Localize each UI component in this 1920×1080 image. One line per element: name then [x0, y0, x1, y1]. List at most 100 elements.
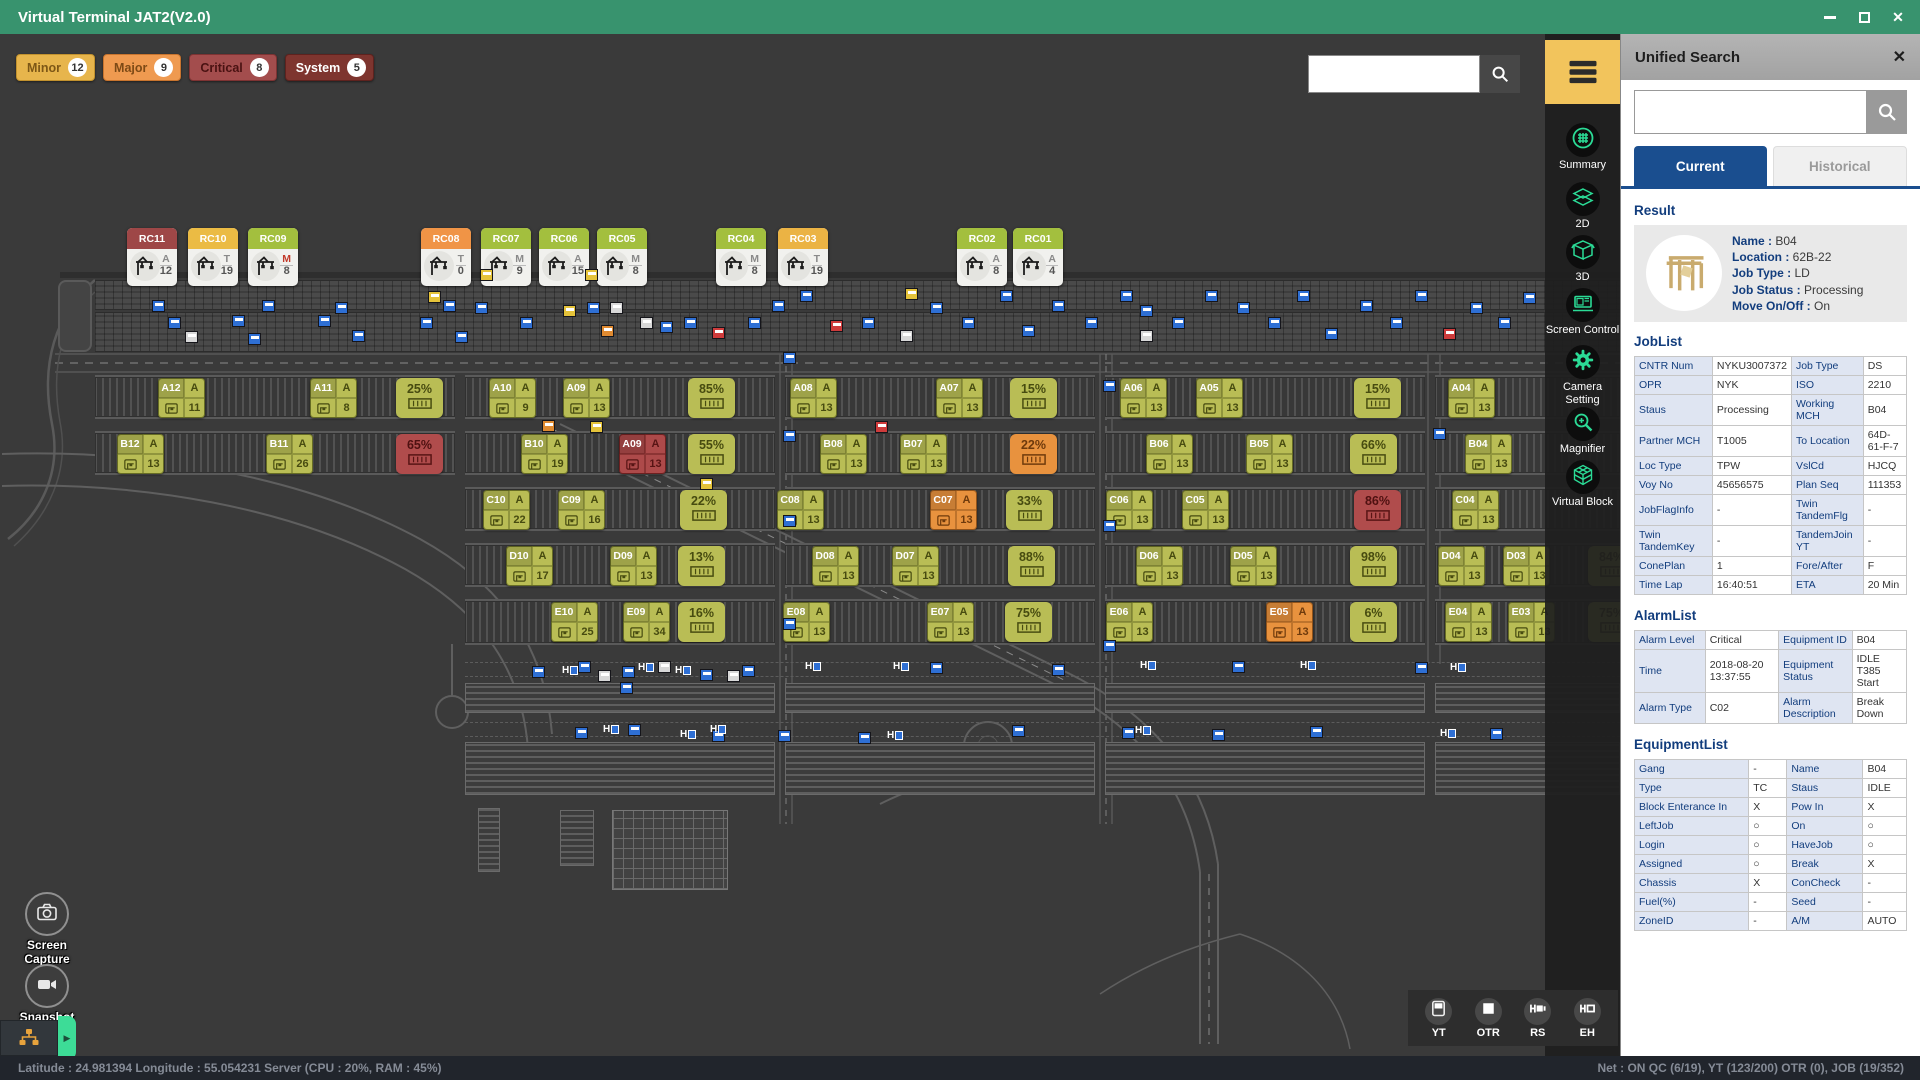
map-search-button[interactable]: [1480, 55, 1520, 93]
equipment-marker[interactable]: [185, 331, 198, 343]
equipment-marker[interactable]: [428, 291, 441, 303]
handler-marker[interactable]: H: [1300, 660, 1316, 671]
equipment-marker[interactable]: [727, 670, 740, 682]
rc-crane-card-rc01[interactable]: RC01A4: [1013, 228, 1063, 286]
equipment-marker[interactable]: [622, 666, 635, 678]
handler-marker[interactable]: H: [710, 724, 726, 735]
equipment-marker[interactable]: [778, 730, 791, 742]
yard-block-b07[interactable]: B07A13: [900, 434, 947, 474]
equipment-marker[interactable]: [1360, 300, 1373, 312]
utilization-card[interactable]: 88%: [1008, 546, 1055, 586]
rc-crane-card-rc08[interactable]: RC08T0: [421, 228, 471, 286]
yard-block-a05[interactable]: A05A13: [1196, 378, 1243, 418]
equipment-marker[interactable]: [742, 665, 755, 677]
alarm-badge-system[interactable]: System5: [285, 54, 374, 81]
handler-marker[interactable]: H: [887, 730, 903, 741]
rc-crane-card-rc09[interactable]: RC09M8: [248, 228, 298, 286]
equipment-marker[interactable]: [658, 661, 671, 673]
equipment-marker[interactable]: [1052, 664, 1065, 676]
equipment-marker[interactable]: [563, 305, 576, 317]
map-search-input[interactable]: [1308, 55, 1480, 93]
equipment-marker[interactable]: [1022, 325, 1035, 337]
rc-crane-card-rc10[interactable]: RC10T19: [188, 228, 238, 286]
equipment-marker[interactable]: [1140, 305, 1153, 317]
equipment-marker[interactable]: [783, 515, 796, 527]
yard-block-e07[interactable]: E07A13: [927, 602, 974, 642]
yard-block-c04[interactable]: C04A13: [1452, 490, 1499, 530]
equipment-marker[interactable]: [578, 661, 591, 673]
utilization-card[interactable]: 6%: [1350, 602, 1397, 642]
equipment-marker[interactable]: [610, 302, 623, 314]
equipment-marker[interactable]: [930, 662, 943, 674]
alarm-badge-major[interactable]: Major9: [103, 54, 181, 81]
utilization-card[interactable]: 13%: [678, 546, 725, 586]
yard-block-a12[interactable]: A12A11: [158, 378, 205, 418]
utilization-card[interactable]: 25%: [396, 378, 443, 418]
handler-marker[interactable]: H: [1135, 725, 1151, 736]
equipment-marker[interactable]: [1523, 292, 1536, 304]
yard-block-a10[interactable]: A10A9: [489, 378, 536, 418]
equipment-marker[interactable]: [1310, 726, 1323, 738]
yard-block-c05[interactable]: C05A13: [1182, 490, 1229, 530]
yard-block-e06[interactable]: E06A13: [1106, 602, 1153, 642]
equipment-marker[interactable]: [783, 352, 796, 364]
yard-block-a11[interactable]: A11A8: [310, 378, 357, 418]
yard-block-b04[interactable]: B04A13: [1465, 434, 1512, 474]
equipment-marker[interactable]: [455, 331, 468, 343]
menu-item-2d[interactable]: 2D: [1545, 182, 1620, 231]
utilization-card[interactable]: 66%: [1350, 434, 1397, 474]
equipment-marker[interactable]: [962, 317, 975, 329]
yard-block-c09[interactable]: C09A16: [558, 490, 605, 530]
equipment-marker[interactable]: [232, 315, 245, 327]
equipment-marker[interactable]: [783, 430, 796, 442]
equipment-marker[interactable]: [875, 421, 888, 433]
equipment-marker[interactable]: [800, 290, 813, 302]
equipment-marker[interactable]: [1390, 317, 1403, 329]
menu-item-camera-setting[interactable]: Camera Setting: [1545, 345, 1620, 406]
equipment-marker[interactable]: [1443, 328, 1456, 340]
equipment-marker[interactable]: [1415, 290, 1428, 302]
equipment-marker[interactable]: [520, 317, 533, 329]
equipment-marker[interactable]: [532, 666, 545, 678]
handler-marker[interactable]: H: [805, 661, 821, 672]
maximize-button[interactable]: [1856, 9, 1872, 25]
yard-block-c10[interactable]: C10A22: [483, 490, 530, 530]
handler-marker[interactable]: H: [1450, 662, 1466, 673]
equipment-marker[interactable]: [1000, 290, 1013, 302]
menu-item-screen-control[interactable]: Screen Control: [1545, 288, 1620, 337]
yard-block-c07[interactable]: C07A13: [930, 490, 977, 530]
equipment-marker[interactable]: [1052, 300, 1065, 312]
equipment-marker[interactable]: [783, 618, 796, 630]
unified-search-input[interactable]: [1634, 90, 1867, 134]
equipment-marker[interactable]: [1433, 428, 1446, 440]
equipment-marker[interactable]: [318, 315, 331, 327]
equipment-marker[interactable]: [620, 682, 633, 694]
tab-current[interactable]: Current: [1634, 146, 1767, 186]
equipment-marker[interactable]: [628, 724, 641, 736]
unified-search-button[interactable]: [1867, 90, 1907, 134]
equipment-marker[interactable]: [152, 300, 165, 312]
equipment-marker[interactable]: [660, 321, 673, 333]
equipment-marker[interactable]: [1103, 520, 1116, 532]
equipment-marker[interactable]: [1237, 302, 1250, 314]
utilization-card[interactable]: 22%: [1010, 434, 1057, 474]
rc-crane-card-rc02[interactable]: RC02A8: [957, 228, 1007, 286]
yard-block-e10[interactable]: E10A25: [551, 602, 598, 642]
equipment-marker[interactable]: [900, 330, 913, 342]
utilization-card[interactable]: 86%: [1354, 490, 1401, 530]
yard-block-d03[interactable]: D03A13: [1503, 546, 1550, 586]
equipment-marker[interactable]: [475, 302, 488, 314]
equipment-marker[interactable]: [862, 317, 875, 329]
toolbar-button-yt[interactable]: YT: [1425, 998, 1452, 1039]
utilization-card[interactable]: 15%: [1010, 378, 1057, 418]
utilization-card[interactable]: 16%: [678, 602, 725, 642]
equipment-marker[interactable]: [1490, 728, 1503, 740]
equipment-marker[interactable]: [772, 300, 785, 312]
toolbar-button-eh[interactable]: EH: [1574, 998, 1601, 1039]
equipment-marker[interactable]: [575, 727, 588, 739]
yard-block-a04[interactable]: A04A13: [1448, 378, 1495, 418]
yard-block-b08[interactable]: B08A13: [820, 434, 867, 474]
yard-block-e09[interactable]: E09A34: [623, 602, 670, 642]
equipment-marker[interactable]: [542, 420, 555, 432]
equipment-marker[interactable]: [587, 302, 600, 314]
